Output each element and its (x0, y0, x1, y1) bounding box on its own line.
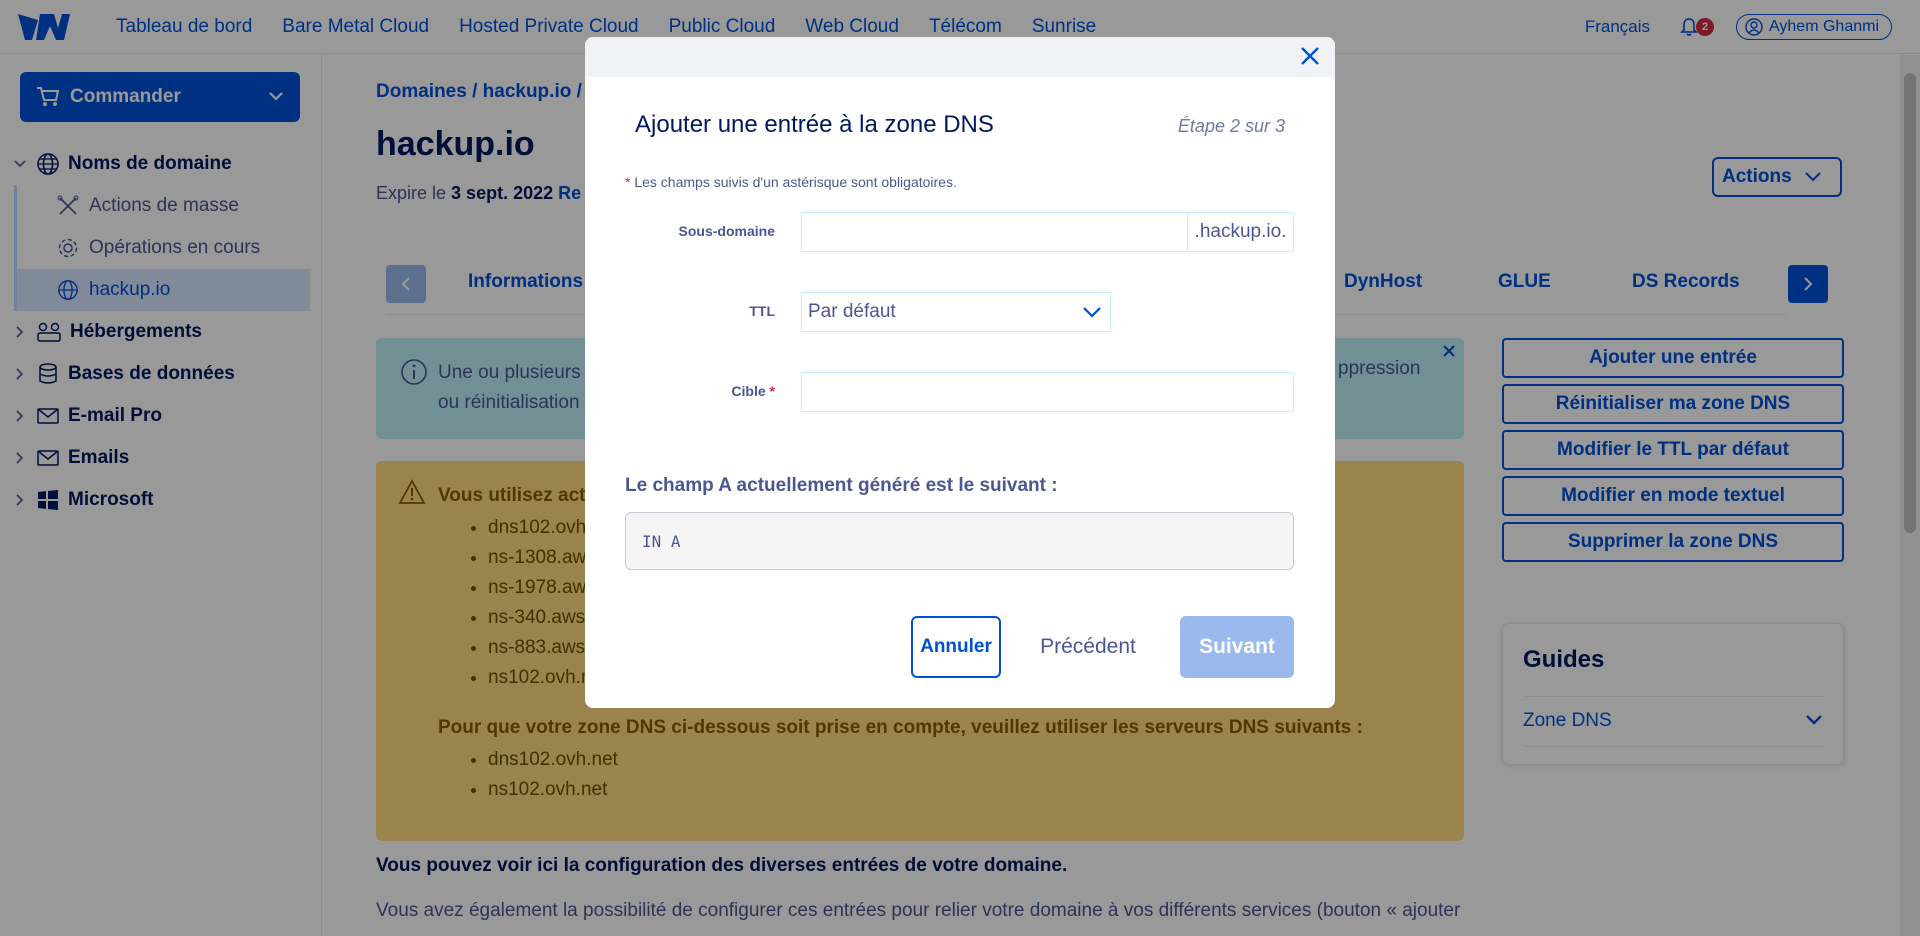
subdomain-label: Sous-domaine (678, 223, 775, 239)
ttl-label: TTL (749, 303, 775, 319)
target-label: Cible * (625, 383, 775, 399)
target-label-text: Cible (731, 383, 766, 399)
cancel-button[interactable]: Annuler (911, 616, 1001, 678)
required-fields-note: * Les champs suivis d'un astérisque sont… (625, 174, 957, 190)
close-icon[interactable] (1299, 45, 1321, 67)
generated-record-label: Le champ A actuellement généré est le su… (625, 475, 1058, 496)
subdomain-suffix: .hackup.io. (1187, 213, 1293, 251)
subdomain-field[interactable]: .hackup.io. (801, 212, 1294, 252)
ttl-select[interactable]: Par défaut (801, 292, 1111, 332)
previous-button[interactable]: Précédent (1027, 616, 1149, 678)
modal-title: Ajouter une entrée à la zone DNS (635, 111, 994, 138)
add-dns-entry-modal: Ajouter une entrée à la zone DNS Étape 2… (585, 37, 1335, 708)
modal-step-indicator: Étape 2 sur 3 (1177, 116, 1285, 136)
required-asterisk: * (769, 383, 775, 399)
required-note-text: Les champs suivis d'un astérisque sont o… (634, 174, 957, 190)
target-field[interactable] (801, 372, 1294, 412)
modal-header (585, 37, 1335, 77)
required-asterisk: * (625, 174, 631, 190)
chevron-down-icon (1083, 307, 1101, 318)
next-button[interactable]: Suivant (1180, 616, 1294, 678)
generated-record-preview: IN A (625, 512, 1294, 570)
ttl-selected-value: Par défaut (808, 301, 896, 322)
